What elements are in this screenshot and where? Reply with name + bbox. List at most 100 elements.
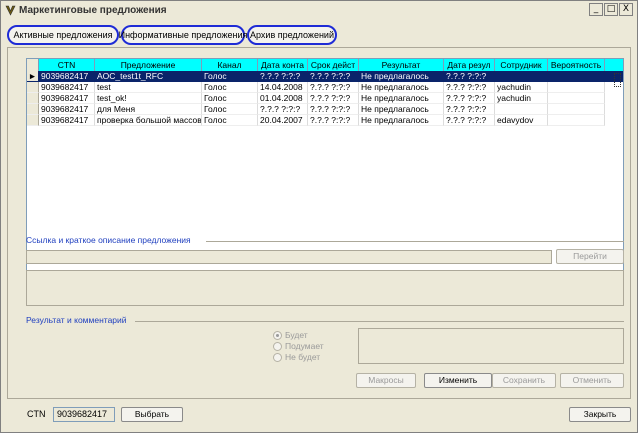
minimize-button[interactable]: _ — [589, 3, 603, 16]
ctn-input[interactable]: 9039682417 — [53, 407, 115, 422]
close-button[interactable]: Закрыть — [569, 407, 631, 422]
table-cell[interactable]: ?.?.? ?:?:? — [444, 104, 495, 115]
table-cell[interactable] — [495, 71, 548, 82]
table-cell[interactable]: Голос — [202, 104, 258, 115]
table-cell[interactable]: ?.?.? ?:?:? — [308, 93, 359, 104]
row-indicator — [27, 104, 39, 115]
table-cell[interactable]: Не предлагалось — [359, 115, 444, 126]
tab-active-offers[interactable]: Активные предложения — [7, 25, 119, 45]
table-cell[interactable]: Голос — [202, 115, 258, 126]
link-section-divider — [206, 241, 624, 242]
tab-offers-archive[interactable]: Архив предложений — [247, 25, 337, 45]
tab-informative-offers[interactable]: Информативные предложения — [119, 25, 247, 45]
table-cell[interactable]: 01.04.2008 — [258, 93, 308, 104]
table-cell[interactable]: 14.04.2008 — [258, 82, 308, 93]
table-cell[interactable] — [548, 82, 605, 93]
table-row[interactable]: 9039682417 test Голос 14.04.2008 ?.?.? ?… — [27, 82, 623, 93]
table-row[interactable]: 9039682417 test_ok! Голос 01.04.2008 ?.?… — [27, 93, 623, 104]
column-header[interactable]: Дата конта — [258, 59, 308, 71]
table-cell[interactable]: 20.04.2007 — [258, 115, 308, 126]
table-cell[interactable]: Голос — [202, 71, 258, 82]
column-header[interactable]: Результат — [359, 59, 444, 71]
offer-description-field[interactable] — [26, 270, 624, 306]
result-option-wont[interactable]: Не будет — [273, 352, 320, 362]
table-row[interactable]: 9039682417 проверка большой массов Голос… — [27, 115, 623, 126]
table-cell[interactable]: 9039682417 — [39, 104, 95, 115]
table-cell[interactable] — [495, 104, 548, 115]
table-cell[interactable]: yachudin — [495, 82, 548, 93]
radio-label: Не будет — [285, 352, 321, 362]
column-header[interactable]: Предложение — [95, 59, 202, 71]
maximize-button[interactable]: □ — [604, 3, 618, 16]
table-cell[interactable]: ?.?.? ?:?:? — [308, 104, 359, 115]
grid-header: CTN Предложение Канал Дата конта Срок де… — [27, 59, 623, 71]
table-cell[interactable]: Не предлагалось — [359, 104, 444, 115]
table-cell[interactable]: 9039682417 — [39, 82, 95, 93]
radio-button[interactable] — [273, 341, 282, 351]
table-row[interactable]: ► 9039682417 AOC_test1t_RFC Голос ?.?.? … — [27, 71, 623, 82]
table-cell[interactable] — [548, 93, 605, 104]
title-bar[interactable]: Маркетинговые предложения _ □ X — [1, 1, 637, 19]
table-cell[interactable]: ?.?.? ?:?:? — [444, 82, 495, 93]
column-header[interactable]: Вероятность — [548, 59, 605, 71]
radio-button[interactable] — [273, 330, 282, 340]
table-cell[interactable]: Голос — [202, 82, 258, 93]
table-cell[interactable]: ?.?.? ?:?:? — [308, 82, 359, 93]
table-cell[interactable]: ?.?.? ?:?:? — [308, 115, 359, 126]
column-header[interactable]: Сотрудник — [495, 59, 548, 71]
table-cell[interactable]: ?.?.? ?:?:? — [444, 71, 495, 82]
table-cell[interactable]: для Меня — [95, 104, 202, 115]
table-cell[interactable]: 9039682417 — [39, 93, 95, 104]
radio-button[interactable] — [273, 352, 282, 362]
table-cell[interactable]: ?.?.? ?:?:? — [444, 93, 495, 104]
result-comment-field[interactable] — [358, 328, 624, 364]
window-controls: _ □ X — [589, 3, 633, 16]
radio-label: Будет — [285, 330, 308, 340]
table-cell[interactable]: edavydov — [495, 115, 548, 126]
row-indicator — [27, 93, 39, 104]
result-option-will[interactable]: Будет — [273, 330, 308, 340]
row-indicator-header — [27, 59, 39, 71]
table-cell[interactable]: 9039682417 — [39, 115, 95, 126]
cancel-button[interactable]: Отменить — [560, 373, 624, 388]
table-cell[interactable]: ?.?.? ?:?:? — [308, 71, 359, 82]
table-cell[interactable]: AOC_test1t_RFC — [95, 71, 202, 82]
table-cell[interactable]: test — [95, 82, 202, 93]
table-cell[interactable] — [548, 115, 605, 126]
select-button[interactable]: Выбрать — [121, 407, 183, 422]
column-header[interactable]: Дата резул — [444, 59, 495, 71]
link-section-label: Ссылка и краткое описание предложения — [26, 235, 191, 245]
radio-label: Подумает — [285, 341, 324, 351]
table-cell[interactable]: test_ok! — [95, 93, 202, 104]
table-cell[interactable]: 9039682417 — [39, 71, 95, 82]
edit-button[interactable]: Изменить — [424, 373, 492, 388]
table-cell[interactable] — [548, 104, 605, 115]
close-window-button[interactable]: X — [619, 3, 633, 16]
ctn-label: CTN — [27, 409, 46, 419]
table-cell[interactable]: ?.?.? ?:?:? — [258, 104, 308, 115]
marketing-offers-window: Маркетинговые предложения _ □ X Активные… — [0, 0, 638, 433]
table-cell[interactable]: ?.?.? ?:?:? — [444, 115, 495, 126]
macros-button[interactable]: Макросы — [356, 373, 416, 388]
column-header[interactable]: Срок дейст — [308, 59, 359, 71]
save-button[interactable]: Сохранить — [492, 373, 556, 388]
result-option-think[interactable]: Подумает — [273, 341, 324, 351]
table-cell[interactable]: Не предлагалось — [359, 93, 444, 104]
column-header[interactable]: CTN — [39, 59, 95, 71]
table-cell[interactable]: Голос — [202, 93, 258, 104]
result-section-divider — [135, 321, 624, 322]
offer-link-field[interactable] — [26, 250, 552, 264]
table-cell[interactable]: проверка большой массов — [95, 115, 202, 126]
result-section-label: Результат и комментарий — [26, 315, 127, 325]
app-icon — [4, 4, 16, 16]
table-cell[interactable]: yachudin — [495, 93, 548, 104]
column-header[interactable]: Канал — [202, 59, 258, 71]
table-row[interactable]: 9039682417 для Меня Голос ?.?.? ?:?:? ?.… — [27, 104, 623, 115]
table-cell[interactable]: ?.?.? ?:?:? — [258, 71, 308, 82]
table-cell[interactable]: Не предлагалось — [359, 71, 444, 82]
table-cell[interactable]: Не предлагалось — [359, 82, 444, 93]
row-selected-indicator-icon: ► — [27, 71, 39, 82]
table-cell[interactable] — [548, 71, 605, 82]
goto-button[interactable]: Перейти — [556, 249, 624, 264]
grid-scroll-indicator[interactable] — [614, 73, 621, 87]
